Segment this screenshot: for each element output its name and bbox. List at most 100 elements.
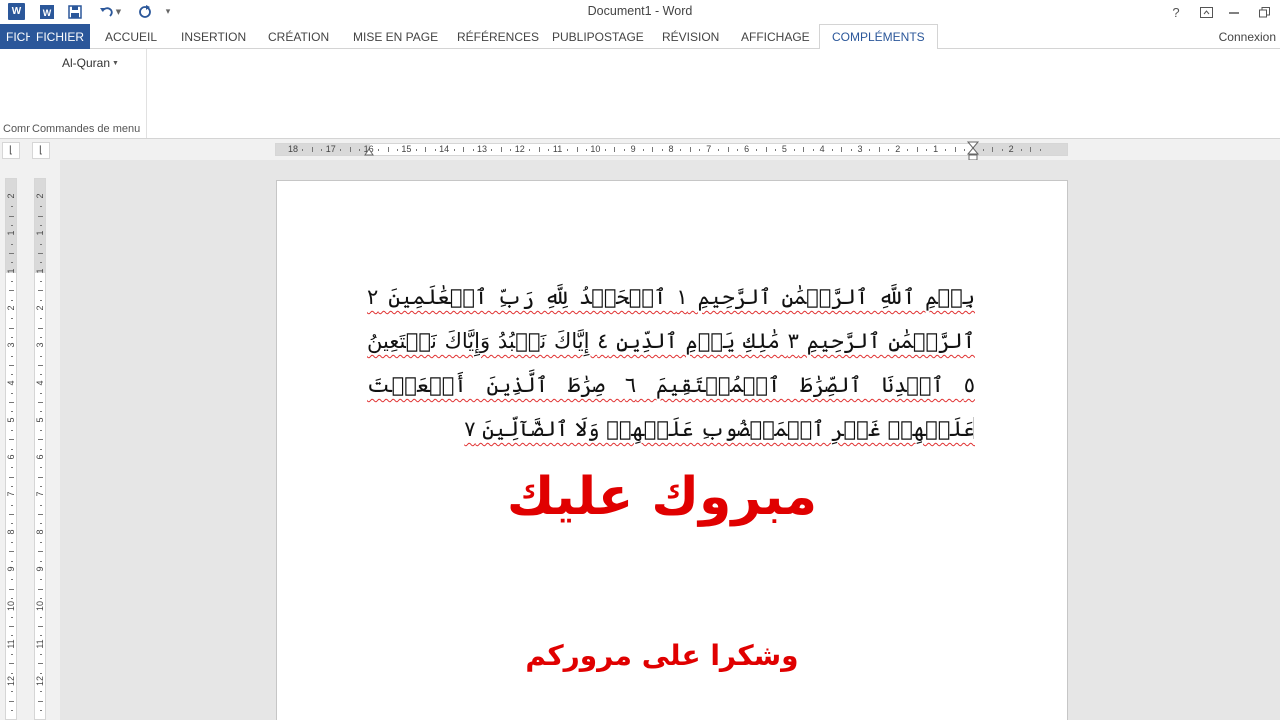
- ruler-tick-mark: [1001, 149, 1003, 151]
- ruler-tick-mark: [982, 149, 984, 151]
- ruler-tick-mark: [11, 542, 13, 544]
- ruler-tick-mark: [340, 149, 342, 151]
- ruler-tick-label: 12: [35, 675, 45, 686]
- ruler-tick-mark: [737, 149, 739, 151]
- tab-home[interactable]: ACCUEIL: [97, 24, 165, 49]
- ruler-tick-mark: [11, 579, 13, 581]
- tab-layout[interactable]: MISE EN PAGE: [345, 24, 446, 49]
- ruler-tick-mark: [9, 551, 14, 553]
- ruler-tick-mark: [661, 149, 663, 151]
- restore-icon[interactable]: [1250, 2, 1278, 22]
- ruler-tick-mark: [9, 625, 14, 627]
- tab-mailings[interactable]: PUBLIPOSTAGE: [544, 24, 652, 49]
- ruler-tick-mark: [510, 149, 512, 151]
- al-quran-button[interactable]: Al-Quran ▼: [62, 55, 119, 71]
- tab-selector-icon[interactable]: ⌊: [32, 142, 50, 159]
- thanks-text[interactable]: وشكرا على مروركم: [427, 639, 897, 672]
- ruler-tick-mark: [623, 149, 625, 151]
- right-indent-marker-icon[interactable]: [967, 141, 979, 161]
- word-window: W W ▼ ▾ Document1 - Word ? FICH FICHIER: [0, 0, 1280, 720]
- ruler-tick-mark: [40, 691, 42, 693]
- tab-references[interactable]: RÉFÉRENCES: [449, 24, 547, 49]
- ruler-tick-mark: [585, 149, 587, 151]
- ribbon-display-icon[interactable]: [1192, 2, 1220, 22]
- tab-insert[interactable]: INSERTION: [173, 24, 254, 49]
- ruler-tick-label: 5: [781, 144, 787, 154]
- ruler-tick-label: 5: [6, 417, 16, 423]
- ruler-tick-mark: [11, 616, 13, 618]
- ruler-tick-label: 4: [6, 380, 16, 386]
- ruler-tick-label: 4: [819, 144, 825, 154]
- ruler-tick-mark: [9, 439, 14, 441]
- ruler-tick-mark: [652, 147, 654, 152]
- ruler-tick-mark: [40, 709, 42, 711]
- ruler-tick-label: 7: [35, 491, 45, 497]
- ruler-tick-mark: [38, 663, 43, 665]
- ruler-tick-mark: [907, 149, 909, 151]
- ruler-tick-mark: [1020, 149, 1022, 151]
- tab-addins[interactable]: COMPLÉMENTS: [819, 24, 938, 50]
- ruler-tick-mark: [576, 147, 578, 152]
- quran-text[interactable]: بِسۡمِ ٱللَّهِ ٱلرَّحۡمَٰنِ ٱلرَّحِيمِ ١…: [367, 275, 975, 451]
- ruler-tick-mark: [396, 149, 398, 151]
- ruler-tick-mark: [38, 215, 43, 217]
- ruler-tick-mark: [538, 147, 540, 152]
- ruler-tick-mark: [40, 653, 42, 655]
- ruler-tick-label: 1: [35, 230, 45, 236]
- vertical-ruler-left[interactable]: 2 1 1 2 3 4 5 6 7 8 9 10 11 12: [5, 178, 17, 720]
- ruler-tick-label: 6: [35, 454, 45, 460]
- ruler-tick-mark: [311, 147, 313, 152]
- ruler-tick-mark: [992, 147, 994, 152]
- ruler-tick-label: 8: [6, 529, 16, 535]
- ruler-tick-mark: [453, 149, 455, 151]
- ruler-tick-mark: [415, 149, 417, 151]
- ruler-tick-label: 11: [35, 638, 45, 649]
- document-page[interactable]: بِسۡمِ ٱللَّهِ ٱلرَّحۡمَٰنِ ٱلرَّحِيمِ ١…: [276, 180, 1068, 720]
- ruler-tick-label: 1: [933, 144, 939, 154]
- ruler-tick-label: 2: [1008, 144, 1014, 154]
- ruler-tick-label: 6: [744, 144, 750, 154]
- ruler-tick-mark: [699, 149, 701, 151]
- tab-review[interactable]: RÉVISION: [654, 24, 727, 49]
- tab-file[interactable]: FICHIER: [30, 24, 90, 49]
- ruler-tick-mark: [9, 700, 14, 702]
- tab-design[interactable]: CRÉATION: [260, 24, 337, 49]
- ruler-tick-label: 7: [706, 144, 712, 154]
- ruler-tick-mark: [40, 430, 42, 432]
- ruler-tick-mark: [38, 476, 43, 478]
- ruler-tick-mark: [11, 430, 13, 432]
- ruler-tick-mark: [1039, 149, 1041, 151]
- ruler-tick-label: 9: [6, 566, 16, 572]
- ruler-tick-mark: [9, 290, 14, 292]
- ruler-tick-mark: [567, 149, 569, 151]
- ruler-tick-mark: [954, 147, 956, 152]
- horizontal-ruler[interactable]: 18171615141312111098765432112: [275, 143, 1068, 156]
- ruler-tick-mark: [9, 402, 14, 404]
- ruler-tick-mark: [40, 392, 42, 394]
- ruler-tick-label: 4: [35, 380, 45, 386]
- signin-link[interactable]: Connexion: [1219, 24, 1276, 49]
- ruler-tick-mark: [11, 504, 13, 506]
- help-button[interactable]: ?: [1162, 2, 1190, 22]
- ruler-tick-mark: [793, 149, 795, 151]
- indent-marker-icon[interactable]: [364, 142, 374, 156]
- ruler-tick-label: 18: [287, 144, 298, 154]
- ruler-tick-label: 9: [35, 566, 45, 572]
- vertical-ruler-right[interactable]: 2 1 1 2 3 4 5 6 7 8 9 10 11 12: [34, 178, 46, 720]
- ruler-tick-mark: [831, 149, 833, 151]
- ruler-tick-mark: [38, 402, 43, 404]
- congrats-text[interactable]: مبروك عليك: [427, 467, 897, 527]
- ruler-tick-mark: [40, 504, 42, 506]
- tab-selector-icon[interactable]: ⌊: [2, 142, 20, 159]
- ruler-tick-mark: [321, 149, 323, 151]
- ruler-row: ⌊ ⌊ 18171615141312111098765432112: [0, 140, 1280, 161]
- ruler-tick-label: 13: [476, 144, 487, 154]
- minimize-icon[interactable]: [1220, 2, 1248, 22]
- ruler-tick-mark: [529, 149, 531, 151]
- ruler-tick-label: 1: [35, 268, 45, 274]
- ruler-tick-mark: [812, 149, 814, 151]
- ruler-tick-mark: [38, 439, 43, 441]
- tab-file-overlay[interactable]: FICH: [0, 24, 34, 49]
- text-cursor: [973, 417, 974, 439]
- tab-view[interactable]: AFFICHAGE: [733, 24, 818, 49]
